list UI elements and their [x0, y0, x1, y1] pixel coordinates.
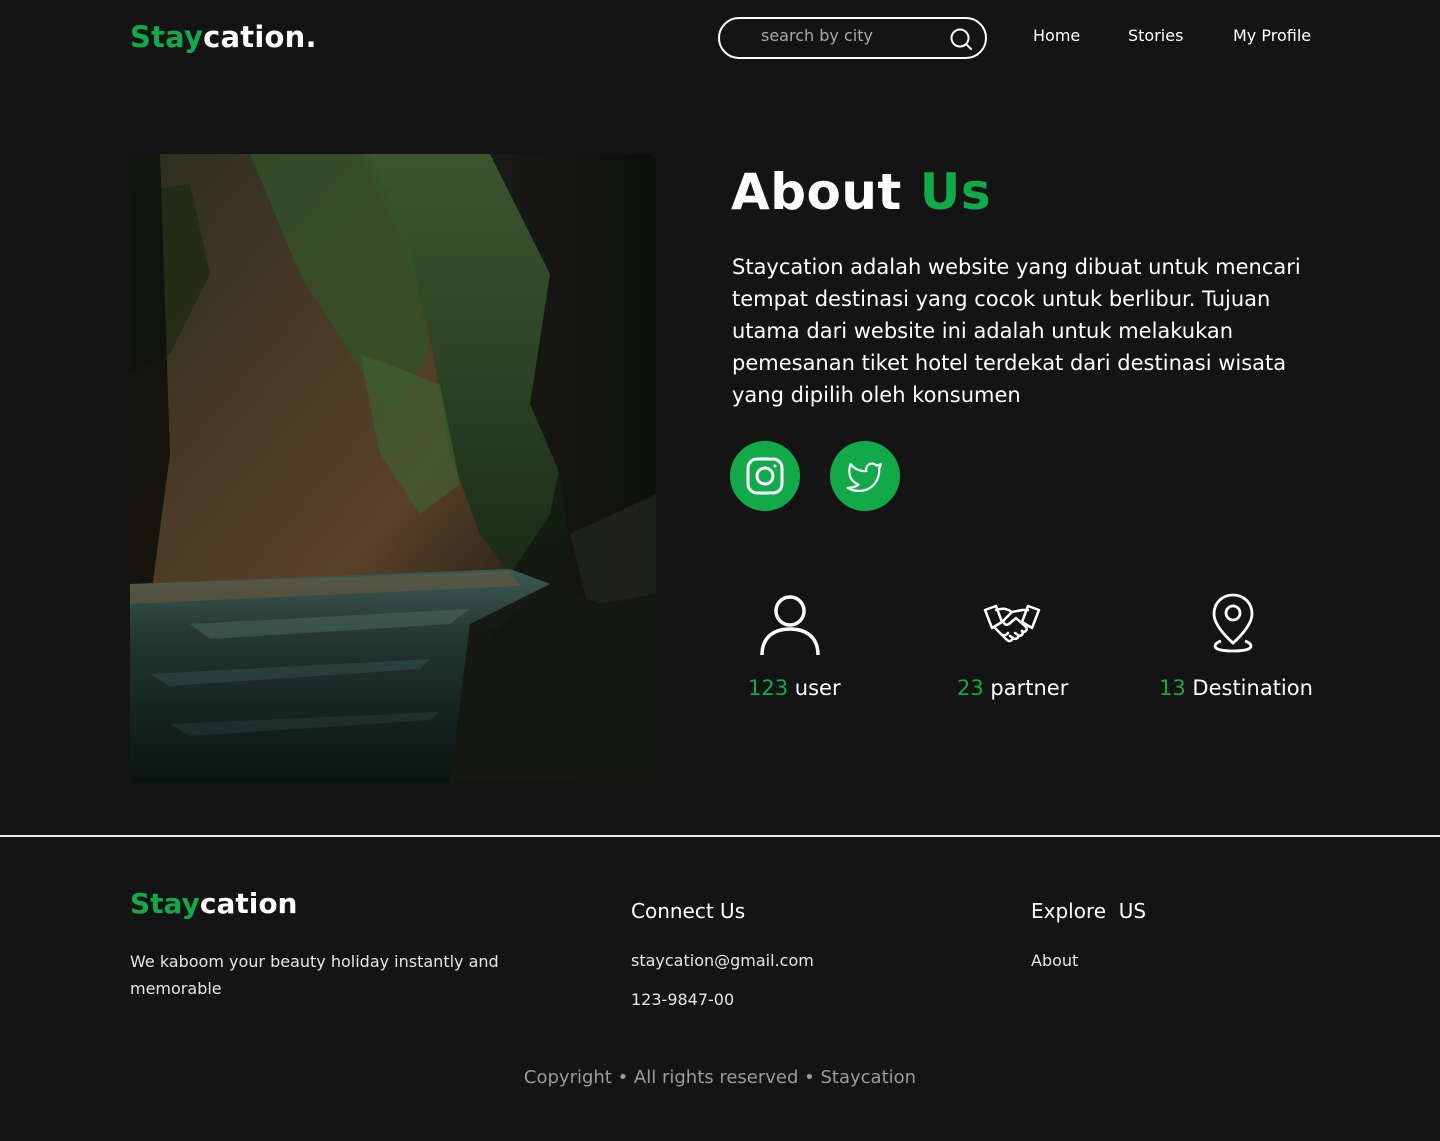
twitter-button[interactable] — [830, 441, 900, 511]
contact-email[interactable]: staycation@gmail.com — [631, 951, 814, 970]
canyon-river-photo — [130, 154, 656, 782]
twitter-icon — [846, 462, 882, 493]
search-bar — [718, 17, 987, 59]
search-input[interactable] — [720, 25, 940, 45]
about-description: Staycation adalah website yang dibuat un… — [732, 255, 1301, 407]
footer-divider — [0, 835, 1440, 837]
instagram-button[interactable] — [730, 441, 800, 511]
user-icon — [760, 595, 820, 656]
contact-phone[interactable]: 123-9847-00 — [631, 990, 734, 1009]
stat-users-label: user — [794, 676, 841, 700]
explore-heading: Explore US — [1031, 899, 1147, 923]
stat-users: 123 user — [748, 676, 841, 700]
site-logo[interactable]: Staycation. — [130, 20, 317, 54]
about-heading-accent: Us — [919, 163, 992, 221]
about-page: Staycation. Home Stories My Profile — [0, 0, 1440, 1141]
nav-my-profile[interactable]: My Profile — [1233, 26, 1311, 45]
instagram-icon — [746, 457, 784, 495]
logo-accent: Stay — [130, 20, 204, 54]
logo-rest: cation. — [203, 20, 317, 54]
stat-partners-value: 23 — [957, 676, 984, 700]
footer-logo[interactable]: Staycation — [130, 887, 298, 920]
stat-partners: 23 partner — [957, 676, 1068, 700]
stat-users-value: 123 — [748, 676, 789, 700]
stat-destinations-value: 13 — [1159, 676, 1186, 700]
location-pin-icon — [1212, 593, 1254, 653]
search-icon[interactable] — [949, 27, 973, 51]
footer-description: We kaboom your beauty holiday instantly … — [130, 952, 499, 998]
about-heading-main: About — [731, 163, 902, 221]
copyright-text: Copyright • All rights reserved • Stayca… — [523, 1067, 917, 1088]
nav-home[interactable]: Home — [1033, 26, 1080, 45]
footer-logo-rest: cation — [199, 887, 298, 920]
stat-destinations: 13 Destination — [1159, 676, 1313, 700]
handshake-icon — [983, 604, 1041, 643]
stat-destinations-label: Destination — [1192, 676, 1313, 700]
nav-stories[interactable]: Stories — [1128, 26, 1183, 45]
connect-heading: Connect Us — [631, 899, 746, 923]
about-heading: About Us — [731, 163, 991, 221]
footer-logo-accent: Stay — [130, 887, 200, 920]
stat-partners-label: partner — [990, 676, 1069, 700]
footer-link-about[interactable]: About — [1031, 951, 1078, 970]
